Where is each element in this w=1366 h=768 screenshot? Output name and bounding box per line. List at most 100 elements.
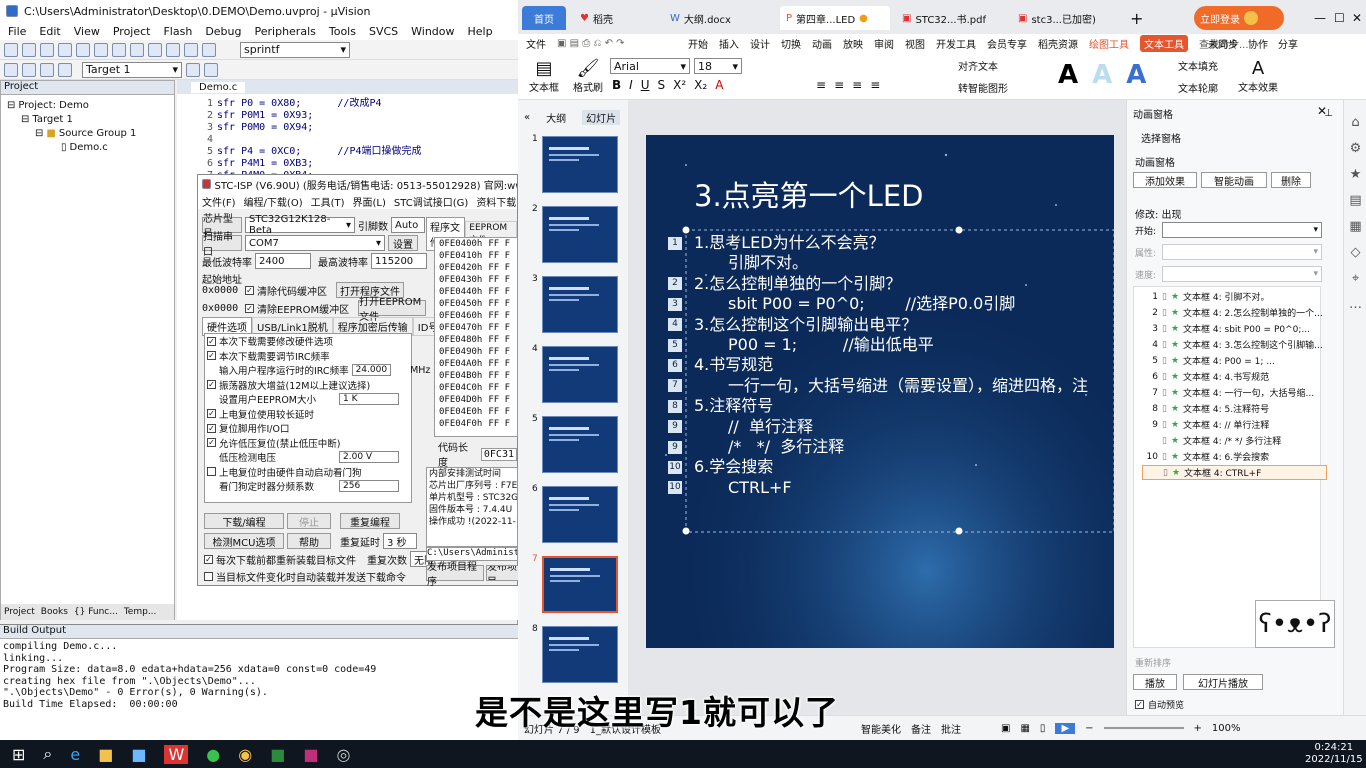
- ribbon-tab-design[interactable]: 设计: [750, 36, 770, 51]
- bold-icon[interactable]: B: [612, 78, 621, 92]
- zoom-out-icon[interactable]: −: [1085, 723, 1093, 734]
- speed-select[interactable]: ▾: [1162, 266, 1323, 282]
- ribbon-tab-developer[interactable]: 开发工具: [936, 36, 976, 51]
- text-style-black[interactable]: A: [1058, 60, 1078, 90]
- search-icon[interactable]: ⌕: [43, 744, 52, 764]
- slide-thumbnail[interactable]: [542, 556, 618, 613]
- manage-components-icon[interactable]: [204, 62, 218, 77]
- edge-icon[interactable]: e: [70, 745, 80, 764]
- slide-thumbnail[interactable]: [542, 626, 618, 683]
- download-button[interactable]: 下载/编程: [204, 513, 284, 529]
- new-file-icon[interactable]: [4, 42, 18, 57]
- stc-menu-interface[interactable]: 界面(L): [353, 194, 386, 209]
- repeat-program-button[interactable]: 重复编程: [340, 513, 400, 529]
- ribbon-tab-text-tools[interactable]: 文本工具: [1140, 34, 1188, 52]
- chrome-icon[interactable]: ◉: [238, 745, 252, 764]
- zoom-in-icon[interactable]: +: [1194, 723, 1202, 734]
- save-icon[interactable]: [40, 42, 54, 57]
- slide-thumbnail[interactable]: [542, 206, 618, 263]
- animation-item[interactable]: 10 ▯ ★ 文本框 4: 6.学会搜索: [1142, 449, 1327, 464]
- align-right-icon[interactable]: ≡: [852, 78, 862, 92]
- subscript-icon[interactable]: X₂: [694, 78, 707, 92]
- tab-outline-docx[interactable]: W 大纲.docx: [664, 6, 774, 30]
- editor-tab-demo-c[interactable]: Demo.c: [191, 81, 246, 93]
- play-button[interactable]: 播放: [1133, 674, 1177, 690]
- scan-port-button[interactable]: 扫描串口: [202, 232, 242, 258]
- align-left-icon[interactable]: ≡: [816, 78, 826, 92]
- notes-button[interactable]: 备注: [911, 721, 931, 736]
- detect-mcu-button[interactable]: 检测MCU选项: [204, 533, 284, 549]
- start-icon[interactable]: ⊞: [12, 745, 25, 764]
- animation-item[interactable]: 6 ▯ ★ 文本框 4: 4.书写规范: [1142, 369, 1327, 384]
- tree-source-group[interactable]: ⊟ ■ Source Group 1: [7, 127, 168, 141]
- slide-thumbnail[interactable]: [542, 276, 618, 333]
- ribbon-tab-review[interactable]: 审阅: [874, 36, 894, 51]
- clear-eeprom-checkbox[interactable]: ✓: [245, 303, 254, 313]
- tab-templates[interactable]: Temp...: [124, 607, 157, 617]
- publish-project-2-button[interactable]: 发布项目: [486, 565, 520, 581]
- taskbar-clock[interactable]: 0:24:21 2022/11/15: [1305, 742, 1363, 766]
- ribbon-tab-docer-resources[interactable]: 稻壳资源: [1038, 36, 1078, 51]
- open-eeprom-button[interactable]: 打开EEPROM文件: [358, 297, 427, 323]
- cut-icon[interactable]: [58, 42, 72, 57]
- paste-icon[interactable]: [94, 42, 108, 57]
- tab-stc3-encrypted[interactable]: ▣ stc3...已加密): [1012, 6, 1122, 30]
- smart-animation-button[interactable]: 智能动画: [1201, 172, 1267, 188]
- menu-edit[interactable]: Edit: [39, 25, 60, 38]
- tab-docer[interactable]: ♥ 稻壳: [574, 6, 654, 30]
- find-icon[interactable]: [202, 42, 216, 57]
- ribbon-tab-start[interactable]: 开始: [688, 36, 708, 51]
- target-options-icon[interactable]: [186, 62, 200, 77]
- rebuild-icon[interactable]: [40, 62, 54, 77]
- ribbon-tab-insert[interactable]: 插入: [719, 36, 739, 51]
- animation-item[interactable]: 1 ▯ ★ 文本框 4: 引脚不对。: [1142, 289, 1327, 304]
- anim-pane-close[interactable]: ✕: [1317, 104, 1327, 118]
- retry-delay-select[interactable]: 3 秒: [383, 533, 417, 549]
- normal-view-icon[interactable]: ▣: [1001, 723, 1010, 734]
- animation-item[interactable]: 3 ▯ ★ 文本框 4: sbit P00 = P0^0;...: [1142, 321, 1327, 336]
- build-icon[interactable]: [22, 62, 36, 77]
- sidebar-location-icon[interactable]: ⌖: [1344, 266, 1366, 292]
- close-button[interactable]: ✕: [1346, 6, 1366, 30]
- menu-window[interactable]: Window: [411, 25, 454, 38]
- bookmark-icon[interactable]: [148, 42, 162, 57]
- text-style-blue[interactable]: A: [1126, 60, 1146, 90]
- slide-title[interactable]: 3.点亮第一个LED: [694, 173, 923, 215]
- text-fill-button[interactable]: 文本填充: [1178, 58, 1218, 73]
- slide-thumbnail[interactable]: [542, 346, 618, 403]
- zoom-slider[interactable]: [1103, 727, 1184, 729]
- find-combo[interactable]: sprintf ▾: [240, 41, 350, 58]
- ribbon-tab-member[interactable]: 会员专享: [987, 36, 1027, 51]
- strike-icon[interactable]: S: [658, 78, 666, 92]
- sync-status[interactable]: 未同步: [1208, 36, 1238, 51]
- sidebar-ai-icon[interactable]: ⌂: [1344, 110, 1366, 136]
- copy-icon[interactable]: [76, 42, 90, 57]
- new-tab-button[interactable]: +: [1124, 6, 1149, 30]
- hw-option[interactable]: 上电复位时由硬件自动启动看门狗: [205, 465, 411, 480]
- tab-outline[interactable]: 大纲: [546, 110, 566, 125]
- underline-icon[interactable]: U: [641, 78, 650, 92]
- text-outline-button[interactable]: 文本轮廓: [1178, 80, 1218, 95]
- font-name-select[interactable]: Arial ▾: [610, 58, 690, 74]
- menu-view[interactable]: View: [74, 25, 100, 38]
- auto-load-checkbox[interactable]: [204, 572, 213, 581]
- hw-option[interactable]: 输入用户程序运行时的IRC频率 24.000 MHz: [205, 363, 430, 378]
- menu-tools[interactable]: Tools: [329, 25, 356, 38]
- login-button[interactable]: 立即登录: [1194, 6, 1284, 30]
- font-color-icon[interactable]: A: [715, 78, 723, 92]
- clear-code-checkbox[interactable]: ✓: [245, 285, 254, 295]
- hw-option[interactable]: ✓ 本次下载需要修改硬件选项: [205, 334, 411, 349]
- hw-option-checkbox[interactable]: ✓: [207, 336, 216, 346]
- code-line[interactable]: 5 sfr P4 = 0XC0; //P4端口操做完成: [177, 146, 518, 158]
- port-select[interactable]: COM7 ▾: [245, 235, 385, 251]
- hw-option-checkbox[interactable]: ✓: [207, 380, 216, 390]
- ribbon-tab-slideshow[interactable]: 放映: [843, 36, 863, 51]
- chip-model-select[interactable]: STC32G12K128-Beta ▾: [245, 214, 355, 236]
- font-size-select[interactable]: 18 ▾: [694, 58, 742, 74]
- select-pane-link[interactable]: 选择窗格: [1141, 130, 1181, 145]
- settings-button[interactable]: 设置: [388, 235, 418, 251]
- hw-option-value[interactable]: 2.00 V: [339, 451, 399, 464]
- stc-menu-file[interactable]: 文件(F): [202, 194, 236, 209]
- stc-menu-debug[interactable]: STC调试接口(G): [394, 194, 468, 209]
- slide-thumbnail[interactable]: [542, 136, 618, 193]
